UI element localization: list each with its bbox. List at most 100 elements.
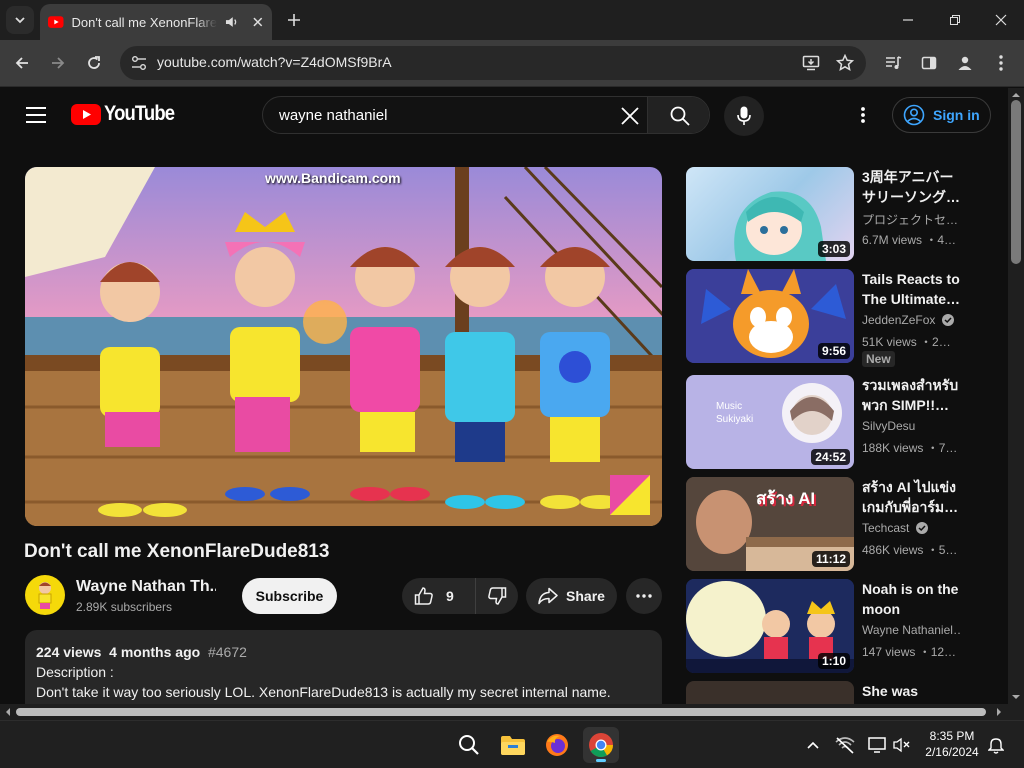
recommendation-thumbnail[interactable]: 1:10 <box>686 579 854 673</box>
notification-bell-icon[interactable] <box>988 736 1004 754</box>
horizontal-scroll-thumb[interactable] <box>16 708 986 716</box>
file-explorer-button[interactable] <box>495 727 531 763</box>
hashtag-link[interactable]: #4672 <box>208 644 247 660</box>
taskbar-search-button[interactable] <box>451 727 487 763</box>
chevron-down-icon <box>15 17 25 24</box>
search-button[interactable] <box>647 97 709 133</box>
youtube-logo[interactable]: YouTube <box>71 102 184 126</box>
system-clock[interactable]: 8:35 PM 2/16/2024 <box>922 728 982 760</box>
display-icon[interactable] <box>868 737 886 753</box>
video-player[interactable]: www.Bandicam.com <box>25 167 662 526</box>
address-bar[interactable]: youtube.com/watch?v=Z4dOMSf9BrA <box>120 46 866 80</box>
recommendation-title[interactable]: Tails Reacts to The Ultimate… <box>862 269 966 309</box>
video-duration: 1:10 <box>817 653 850 669</box>
account-circle-icon <box>903 104 925 126</box>
close-tab-icon[interactable] <box>252 16 264 28</box>
channel-name[interactable]: Wayne Nathan Th... <box>76 578 216 596</box>
more-vert-icon <box>861 107 865 123</box>
recommendation-item[interactable]: Music Sukiyaki 24:52 รวมเพลงสำหรับพวก SI… <box>686 375 976 471</box>
recommendation-meta: 486K views ・5… <box>862 543 958 557</box>
recommendation-item[interactable]: 1:10 Noah is on the moon Wayne Nathaniel… <box>686 579 976 675</box>
sign-in-button[interactable]: Sign in <box>892 97 991 133</box>
scroll-right-arrow-icon[interactable] <box>994 704 1004 720</box>
network-disconnected-icon[interactable] <box>835 736 855 754</box>
minimize-button[interactable] <box>888 6 928 34</box>
recommendation-item[interactable]: 9:56 Tails Reacts to The Ultimate… Jedde… <box>686 269 976 367</box>
guide-menu-button[interactable] <box>25 106 47 124</box>
chrome-taskbar-button[interactable] <box>583 727 619 763</box>
restore-icon <box>950 15 960 25</box>
recommendation-title[interactable]: She was <box>862 681 966 701</box>
subscribe-button[interactable]: Subscribe <box>242 578 337 614</box>
vertical-scrollbar[interactable] <box>1008 88 1024 704</box>
reload-button[interactable] <box>80 49 108 77</box>
chrome-menu-button[interactable] <box>987 49 1015 77</box>
new-tab-button[interactable] <box>282 8 306 32</box>
site-info-icon[interactable] <box>130 55 148 71</box>
recommendation-thumbnail[interactable]: สร้าง AI 11:12 <box>686 477 854 571</box>
recommendation-channel: Techcast <box>862 521 962 535</box>
browser-tab[interactable]: Don't call me XenonFlareDude813 <box>40 4 272 40</box>
media-queue-icon <box>886 56 902 69</box>
avatar-character-icon <box>38 582 52 609</box>
media-control-button[interactable] <box>880 49 908 77</box>
recommendation-item[interactable]: สร้าง AI 11:12 สร้าง AI ไปแข่งเกมกับพี่อ… <box>686 477 976 573</box>
youtube-play-logo-icon <box>71 103 101 125</box>
arrow-right-icon <box>52 57 65 69</box>
clear-search-icon[interactable] <box>621 107 639 125</box>
scroll-left-arrow-icon[interactable] <box>3 704 13 720</box>
tab-search-button[interactable] <box>6 6 34 34</box>
install-app-icon[interactable] <box>802 54 820 72</box>
recommendation-title[interactable]: รวมเพลงสำหรับพวก SIMP!!… <box>862 375 966 415</box>
hamburger-menu-icon <box>26 107 46 123</box>
chevron-up-icon[interactable] <box>806 740 820 750</box>
volume-muted-icon[interactable] <box>893 737 911 753</box>
side-panel-button[interactable] <box>915 49 943 77</box>
recommendation-thumbnail[interactable]: Music Sukiyaki 24:52 <box>686 375 854 469</box>
description-box[interactable]: 224 views 4 months ago #4672 Description… <box>25 630 662 704</box>
settings-menu-button[interactable] <box>860 106 868 124</box>
restore-button[interactable] <box>935 6 975 34</box>
share-button[interactable]: Share <box>526 578 617 614</box>
scroll-up-arrow-icon[interactable] <box>1008 90 1024 100</box>
recommendation-item[interactable]: 3:03 3周年アニバーサリーソング… プロジェクトセ… 6.7M views … <box>686 167 976 263</box>
video-duration: 9:56 <box>817 343 850 359</box>
reload-icon <box>88 56 100 69</box>
tab-title: Don't call me XenonFlareDude813 <box>71 14 217 30</box>
like-button[interactable]: 9 <box>402 578 476 614</box>
recommendation-thumbnail[interactable]: 9:56 <box>686 269 854 363</box>
forward-button[interactable] <box>44 49 72 77</box>
recommendation-item[interactable]: She was <box>686 681 976 704</box>
more-vert-icon <box>999 55 1003 71</box>
dislike-button[interactable] <box>476 578 518 614</box>
search-input[interactable]: wayne nathaniel <box>279 107 387 124</box>
more-horiz-icon <box>636 594 652 598</box>
back-button[interactable] <box>8 49 36 77</box>
microphone-icon <box>737 106 751 125</box>
recommendation-thumbnail[interactable] <box>686 681 854 704</box>
firefox-icon <box>546 734 568 756</box>
taskbar: 8:35 PM 2/16/2024 <box>0 720 1024 768</box>
voice-search-button[interactable] <box>724 96 764 136</box>
recommendation-title[interactable]: Noah is on the moon <box>862 579 966 619</box>
profile-button[interactable] <box>951 49 979 77</box>
vertical-scroll-thumb[interactable] <box>1011 100 1021 264</box>
horizontal-scrollbar[interactable] <box>0 704 1024 720</box>
search-box[interactable]: wayne nathaniel <box>262 96 710 134</box>
scroll-down-arrow-icon[interactable] <box>1008 692 1024 702</box>
recommendation-title[interactable]: สร้าง AI ไปแข่งเกมกับพี่อาร์ม… <box>862 477 966 517</box>
speaker-icon[interactable] <box>225 15 239 29</box>
bookmark-star-icon[interactable] <box>836 54 854 72</box>
channel-avatar[interactable] <box>25 575 65 615</box>
firefox-button[interactable] <box>539 727 575 763</box>
youtube-page: YouTube wayne nathaniel Sign in www.Band… <box>0 88 1008 704</box>
tab-strip: Don't call me XenonFlareDude813 <box>0 0 1024 40</box>
like-dislike-group: 9 <box>402 578 518 614</box>
recommendation-title[interactable]: 3周年アニバーサリーソング… <box>862 167 966 207</box>
more-actions-button[interactable] <box>626 578 662 614</box>
recommendation-meta: 6.7M views ・4… <box>862 233 957 247</box>
recommendation-thumbnail[interactable]: 3:03 <box>686 167 854 261</box>
close-window-button[interactable] <box>981 6 1021 34</box>
recommendation-meta: 188K views ・7… <box>862 441 958 455</box>
new-badge: New <box>862 351 895 367</box>
